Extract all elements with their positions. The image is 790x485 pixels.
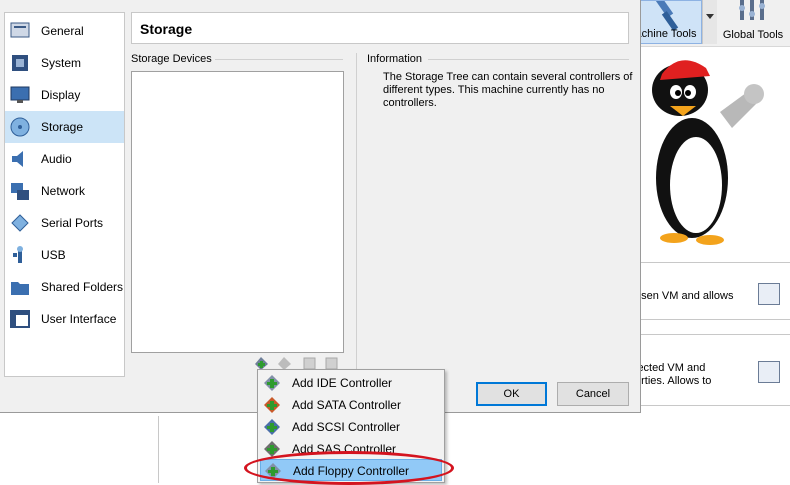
sidebar-item-label: General <box>41 24 84 38</box>
panel-divider <box>356 53 357 373</box>
page-title-box: Storage <box>131 12 629 44</box>
menu-item-label: Add SAS Controller <box>292 442 397 456</box>
menu-item-add-ide-controller[interactable]: Add IDE Controller <box>260 372 442 394</box>
divider <box>215 59 343 60</box>
folder-icon <box>11 282 29 295</box>
global-tools-icon <box>739 0 765 20</box>
sidebar-item-system[interactable]: System <box>5 47 124 79</box>
manager-list-area <box>0 416 159 483</box>
penguin-mascot-icon <box>652 60 764 245</box>
hammer-icon <box>655 1 679 31</box>
welcome-card-1[interactable]: osen VM and allows <box>635 262 790 320</box>
machine-tools-label: achine Tools <box>635 28 697 40</box>
sidebar-item-storage[interactable]: Storage <box>5 111 124 143</box>
settings-machine-icon <box>758 361 780 383</box>
card2-line2: erties. Allows to <box>635 375 712 387</box>
global-tools-label: Global Tools <box>722 29 784 41</box>
system-icon <box>12 55 28 71</box>
add-controller-menu: Add IDE Controller Add SATA Controller A… <box>257 369 445 483</box>
sidebar-item-label: Audio <box>41 152 72 166</box>
menu-item-label: Add SCSI Controller <box>292 420 401 434</box>
sata-controller-icon <box>264 397 280 413</box>
sidebar-item-label: Shared Folders <box>41 280 124 294</box>
menu-item-add-scsi-controller[interactable]: Add SCSI Controller <box>260 416 442 438</box>
welcome-card-2[interactable]: lected VM and erties. Allows to <box>635 334 790 406</box>
machine-icon <box>758 283 780 305</box>
storage-devices-label: Storage Devices <box>131 53 212 65</box>
tools-dropdown-button[interactable] <box>702 0 717 44</box>
sidebar-item-label: Storage <box>41 120 84 134</box>
sidebar-item-label: Display <box>41 88 81 102</box>
sidebar-item-label: User Interface <box>41 312 117 326</box>
ide-controller-icon <box>264 375 280 391</box>
menu-item-add-sata-controller[interactable]: Add SATA Controller <box>260 394 442 416</box>
ok-button[interactable]: OK <box>476 382 547 406</box>
sidebar-item-label: System <box>41 56 82 70</box>
display-icon <box>10 86 30 103</box>
storage-icon <box>10 117 30 137</box>
usb-icon <box>13 246 23 263</box>
network-icon <box>11 183 29 200</box>
menu-item-label: Add Floppy Controller <box>293 464 410 478</box>
settings-sidebar: General System Display Storage Audio Net… <box>4 12 125 377</box>
sidebar-item-shared-folders[interactable]: Shared Folders <box>5 271 124 303</box>
global-tools-button[interactable]: Global Tools <box>716 0 790 44</box>
cancel-button[interactable]: Cancel <box>557 382 629 406</box>
settings-dialog: General System Display Storage Audio Net… <box>0 0 641 413</box>
information-label: Information <box>367 53 423 65</box>
sidebar-item-network[interactable]: Network <box>5 175 124 207</box>
page-title: Storage <box>140 21 193 37</box>
general-icon <box>10 22 30 38</box>
information-text: The Storage Tree can contain several con… <box>383 71 633 109</box>
sidebar-item-display[interactable]: Display <box>5 79 124 111</box>
sas-controller-icon <box>264 441 280 457</box>
sidebar-item-label: USB <box>41 248 66 262</box>
machine-tools-button[interactable]: achine Tools <box>636 0 702 44</box>
divider <box>428 59 629 60</box>
chevron-down-icon <box>706 14 714 19</box>
sidebar-item-serial-ports[interactable]: Serial Ports <box>5 207 124 239</box>
sidebar-item-general[interactable]: General <box>5 15 124 47</box>
scsi-controller-icon <box>264 419 280 435</box>
floppy-controller-icon <box>265 463 281 479</box>
sidebar-item-usb[interactable]: USB <box>5 239 124 271</box>
menu-item-label: Add IDE Controller <box>292 376 393 390</box>
sidebar-item-audio[interactable]: Audio <box>5 143 124 175</box>
user-interface-icon <box>10 310 30 328</box>
sidebar-item-label: Serial Ports <box>41 216 104 230</box>
audio-icon <box>12 151 23 167</box>
menu-item-add-floppy-controller[interactable]: Add Floppy Controller <box>260 459 442 481</box>
card2-line1: lected VM and <box>635 362 706 374</box>
sidebar-item-label: Network <box>41 184 86 198</box>
menu-item-label: Add SATA Controller <box>292 398 401 412</box>
menu-item-add-sas-controller[interactable]: Add SAS Controller <box>260 438 442 460</box>
serial-ports-icon <box>11 214 29 232</box>
card1-text: osen VM and allows <box>635 290 734 302</box>
sidebar-item-user-interface[interactable]: User Interface <box>5 303 124 335</box>
storage-tree[interactable] <box>131 71 344 353</box>
